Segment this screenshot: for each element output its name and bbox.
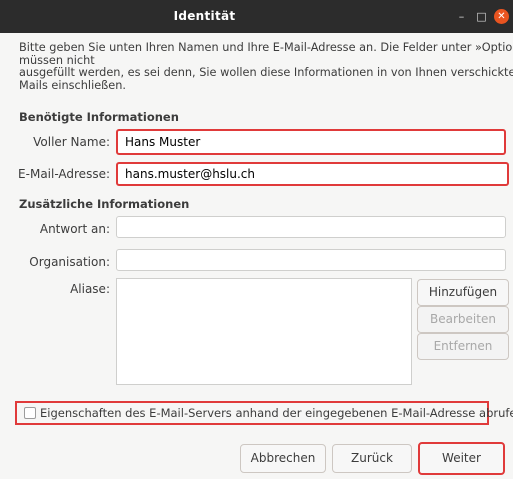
reply-to-input[interactable] <box>116 216 506 238</box>
organization-label: Organisation: <box>29 255 110 269</box>
organization-input[interactable] <box>116 249 506 271</box>
next-button[interactable]: Weiter <box>418 442 505 475</box>
cancel-button[interactable]: Abbrechen <box>240 444 326 473</box>
autoconfig-label[interactable]: Eigenschaften des E-Mail-Servers anhand … <box>40 406 513 420</box>
intro-line: ausgefüllt werden, es sei denn, Sie woll… <box>19 66 513 79</box>
autoconfig-row[interactable]: Eigenschaften des E-Mail-Servers anhand … <box>15 401 513 425</box>
optional-heading: Zusätzliche Informationen <box>19 197 190 211</box>
reply-to-label: Antwort an: <box>39 222 110 236</box>
aliases-label: Aliase: <box>70 282 110 296</box>
intro-line: Bitte geben Sie unten Ihren Namen und Ih… <box>19 41 513 54</box>
window-title: Identität <box>173 9 236 23</box>
autoconfig-checkbox[interactable] <box>24 407 36 419</box>
back-button[interactable]: Zurück <box>332 444 412 473</box>
full-name-input[interactable] <box>116 129 506 155</box>
edit-alias-button[interactable]: Bearbeiten <box>417 306 509 333</box>
add-alias-button[interactable]: Hinzufügen <box>417 279 509 306</box>
email-input[interactable] <box>116 162 509 186</box>
dialog-content: Bitte geben Sie unten Ihren Namen und Ih… <box>0 33 513 479</box>
email-label: E-Mail-Adresse: <box>18 167 110 181</box>
intro-text: Bitte geben Sie unten Ihren Namen und Ih… <box>19 41 513 92</box>
full-name-label: Voller Name: <box>33 135 110 149</box>
minimize-icon[interactable]: – <box>454 9 469 24</box>
title-bar: Identität – □ ✕ <box>0 0 513 33</box>
close-icon[interactable]: ✕ <box>494 9 509 24</box>
required-heading: Benötigte Informationen <box>19 110 179 124</box>
maximize-icon[interactable]: □ <box>474 9 489 24</box>
remove-alias-button[interactable]: Entfernen <box>417 333 509 360</box>
intro-line: Mails einschließen. <box>19 78 126 92</box>
aliases-list[interactable] <box>116 278 412 385</box>
